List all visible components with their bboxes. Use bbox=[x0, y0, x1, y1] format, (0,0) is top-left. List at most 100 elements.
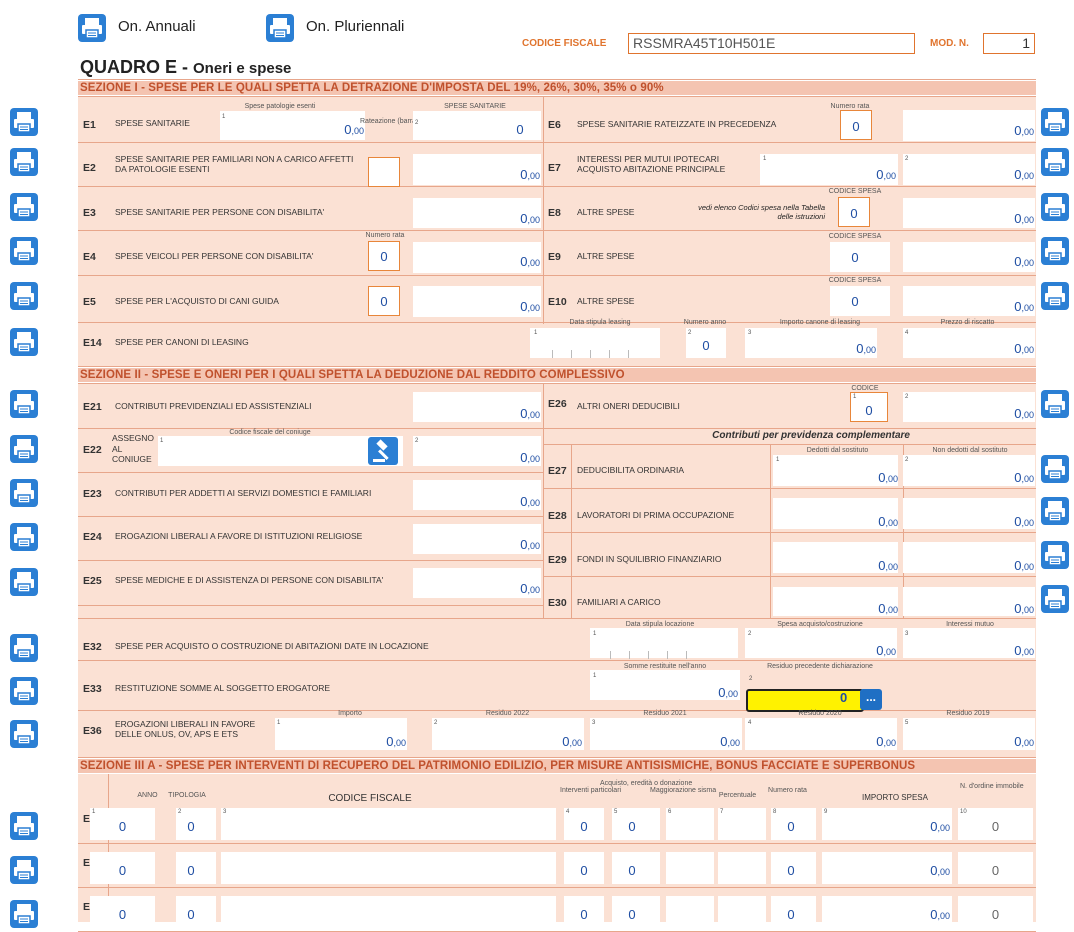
divider bbox=[543, 488, 1036, 489]
amount-field[interactable]: 0,00 bbox=[440, 406, 540, 421]
amount-decimals: ,00 bbox=[1021, 738, 1034, 748]
amount-field[interactable]: 0,00 bbox=[800, 167, 896, 182]
print-row-button[interactable] bbox=[1041, 455, 1069, 483]
amount-field[interactable]: 0,00 bbox=[780, 341, 876, 356]
print-row-button[interactable] bbox=[10, 677, 38, 705]
print-row-button[interactable] bbox=[10, 479, 38, 507]
amount-field[interactable]: 0,00 bbox=[440, 537, 540, 552]
print-row-button[interactable] bbox=[10, 328, 38, 356]
multi-year-link[interactable]: On. Pluriennali bbox=[306, 18, 404, 35]
amount-field[interactable]: 0,00 bbox=[330, 734, 406, 749]
field-number: 3 bbox=[223, 809, 227, 815]
input-field[interactable] bbox=[666, 808, 714, 840]
amount-field[interactable]: 0,00 bbox=[440, 581, 540, 596]
column-label: Numero rata bbox=[365, 232, 405, 239]
amount-decimals: ,00 bbox=[1021, 410, 1034, 420]
column-label: Residuo precedente dichiarazione bbox=[767, 663, 873, 670]
print-row-button[interactable] bbox=[1041, 282, 1069, 310]
print-row-button[interactable] bbox=[10, 282, 38, 310]
amount-decimals: ,00 bbox=[1021, 345, 1034, 355]
mod-field[interactable]: 1 bbox=[983, 33, 1035, 54]
amount-decimals: ,00 bbox=[885, 474, 898, 484]
print-row-button[interactable] bbox=[10, 435, 38, 463]
print-row-button[interactable] bbox=[10, 237, 38, 265]
print-row-button[interactable] bbox=[10, 720, 38, 748]
date-tick bbox=[610, 651, 611, 659]
input-field[interactable] bbox=[590, 628, 738, 658]
amount-field[interactable]: 0,00 bbox=[940, 254, 1034, 269]
gavel-icon[interactable] bbox=[368, 437, 398, 465]
input-field[interactable] bbox=[158, 436, 403, 466]
column-label: Numero rata bbox=[768, 787, 807, 794]
rateazione-checkbox[interactable] bbox=[368, 157, 400, 187]
row-description: RESTITUZIONE SOMME AL SOGGETTO EROGATORE bbox=[115, 683, 331, 693]
amount-field[interactable]: 0,00 bbox=[940, 341, 1034, 356]
input-field[interactable] bbox=[221, 896, 556, 928]
amount-field[interactable]: 0,00 bbox=[860, 819, 950, 834]
print-row-button[interactable] bbox=[1041, 497, 1069, 525]
print-row-button[interactable] bbox=[1041, 193, 1069, 221]
amount-field[interactable]: 0,00 bbox=[940, 514, 1034, 529]
print-row-button[interactable] bbox=[10, 108, 38, 136]
amount-field[interactable]: 0,00 bbox=[780, 643, 896, 658]
amount-field[interactable]: 0,00 bbox=[940, 123, 1034, 138]
amount-field[interactable]: 0,00 bbox=[490, 734, 582, 749]
print-row-button[interactable] bbox=[10, 148, 38, 176]
row-code: E6 bbox=[548, 119, 561, 131]
amount-field[interactable]: 0,00 bbox=[940, 211, 1034, 226]
print-row-button[interactable] bbox=[10, 193, 38, 221]
amount-field[interactable]: 0,00 bbox=[440, 211, 540, 226]
amount-field[interactable]: 0,00 bbox=[650, 685, 738, 700]
amount-field[interactable]: 0,00 bbox=[440, 494, 540, 509]
input-field[interactable] bbox=[221, 852, 556, 884]
annual-link[interactable]: On. Annuali bbox=[118, 18, 196, 35]
input-field[interactable] bbox=[718, 896, 766, 928]
input-field[interactable] bbox=[718, 852, 766, 884]
amount-field[interactable]: 0,00 bbox=[940, 558, 1034, 573]
print-row-button[interactable] bbox=[10, 568, 38, 596]
amount-field[interactable]: 0,00 bbox=[940, 167, 1034, 182]
input-field[interactable] bbox=[221, 808, 556, 840]
print-row-button[interactable] bbox=[1041, 237, 1069, 265]
amount-field[interactable]: 0,00 bbox=[250, 122, 364, 137]
print-row-button[interactable] bbox=[10, 390, 38, 418]
input-field[interactable] bbox=[718, 808, 766, 840]
print-row-button[interactable] bbox=[1041, 148, 1069, 176]
print-row-button[interactable] bbox=[1041, 108, 1069, 136]
amount-field[interactable]: 0,00 bbox=[940, 734, 1034, 749]
print-row-button[interactable] bbox=[1041, 541, 1069, 569]
print-annual-button[interactable] bbox=[78, 14, 106, 42]
amount-field[interactable]: 0,00 bbox=[820, 601, 898, 616]
input-field[interactable] bbox=[530, 328, 660, 358]
amount-field[interactable]: 0,00 bbox=[860, 907, 950, 922]
amount-field[interactable]: 0,00 bbox=[440, 167, 540, 182]
amount-field[interactable]: 0,00 bbox=[820, 514, 898, 529]
field-number: 3 bbox=[748, 330, 752, 336]
cf-field[interactable]: RSSMRA45T10H501E bbox=[628, 33, 915, 54]
print-row-button[interactable] bbox=[10, 634, 38, 662]
amount-field[interactable]: 0,00 bbox=[800, 734, 896, 749]
amount-field[interactable]: 0,00 bbox=[440, 254, 540, 269]
print-multi-year-button[interactable] bbox=[266, 14, 294, 42]
amount-field[interactable]: 0,00 bbox=[940, 470, 1034, 485]
input-field[interactable] bbox=[666, 896, 714, 928]
amount-field[interactable]: 0,00 bbox=[820, 470, 898, 485]
amount-field[interactable]: 0,00 bbox=[940, 643, 1034, 658]
amount-field[interactable]: 0,00 bbox=[440, 450, 540, 465]
print-row-button[interactable] bbox=[10, 523, 38, 551]
print-row-button[interactable] bbox=[10, 812, 38, 840]
amount-field[interactable]: 0,00 bbox=[650, 734, 740, 749]
more-button[interactable]: ... bbox=[860, 689, 882, 710]
print-row-button[interactable] bbox=[1041, 390, 1069, 418]
amount-field[interactable]: 0,00 bbox=[860, 863, 950, 878]
amount-field[interactable]: 0,00 bbox=[940, 299, 1034, 314]
amount-field[interactable]: 0,00 bbox=[940, 406, 1034, 421]
amount-field[interactable]: 0,00 bbox=[820, 558, 898, 573]
amount-field[interactable]: 0,00 bbox=[940, 601, 1034, 616]
amount-field[interactable]: 0,00 bbox=[440, 299, 540, 314]
print-row-button[interactable] bbox=[10, 900, 38, 928]
field-number: 1 bbox=[776, 457, 780, 463]
print-row-button[interactable] bbox=[1041, 585, 1069, 613]
print-row-button[interactable] bbox=[10, 856, 38, 884]
input-field[interactable] bbox=[666, 852, 714, 884]
